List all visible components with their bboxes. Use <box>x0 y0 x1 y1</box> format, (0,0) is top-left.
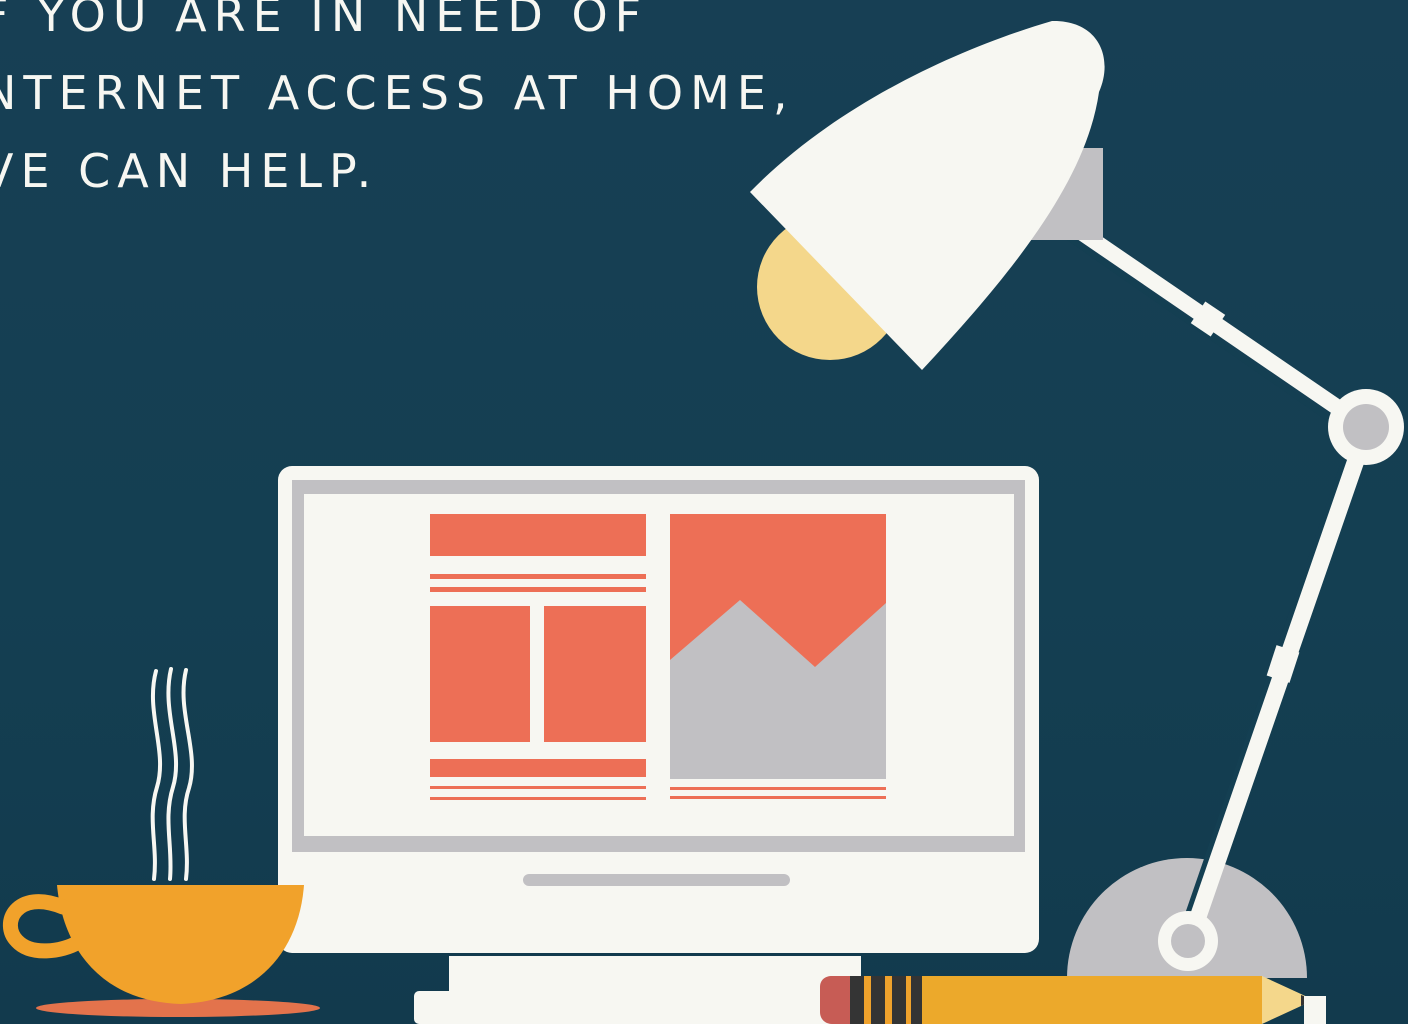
website-line-2 <box>430 587 646 592</box>
pencil-icon <box>820 976 1326 1024</box>
pencil-eraser <box>820 976 850 1024</box>
desk-illustration <box>2 20 1404 1024</box>
cup-body <box>57 885 304 1004</box>
website-line-1 <box>430 574 646 579</box>
internet-access-flyer: F YOU ARE IN NEED OF NTERNET ACCESS AT H… <box>0 0 1408 1024</box>
lamp-upper-arm-gap <box>1018 202 1362 443</box>
steam-line-1 <box>150 669 162 881</box>
website-footer-block <box>430 759 646 777</box>
website-footer-line-2 <box>430 797 646 800</box>
computer-monitor-icon <box>278 466 1039 1024</box>
monitor-foot <box>414 991 839 1024</box>
website-right-panel <box>544 606 646 742</box>
website-footer-line-1 <box>430 786 646 789</box>
steam-line-2 <box>166 667 178 881</box>
lamp-lower-arm-outer <box>1178 417 1376 951</box>
lamp-base-joint-center <box>1171 924 1205 958</box>
monitor-base-bar <box>523 874 790 886</box>
pencil-band-stripe-1 <box>864 976 871 1024</box>
website-header-block <box>430 514 646 556</box>
lamp-elbow-joint-center <box>1343 404 1389 450</box>
paper-edge <box>1304 996 1326 1024</box>
coffee-cup-icon <box>2 667 320 1017</box>
image-caption-line-2 <box>670 796 886 799</box>
lamp-lower-arm-gap <box>1177 429 1357 939</box>
website-left-panel <box>430 606 530 742</box>
image-caption-line-1 <box>670 787 886 790</box>
pencil-band-stripe-2 <box>885 976 892 1024</box>
monitor-screen <box>304 494 1014 836</box>
pencil-body <box>922 976 1262 1024</box>
steam-line-3 <box>181 668 194 881</box>
pencil-band-stripe-3 <box>906 976 911 1024</box>
